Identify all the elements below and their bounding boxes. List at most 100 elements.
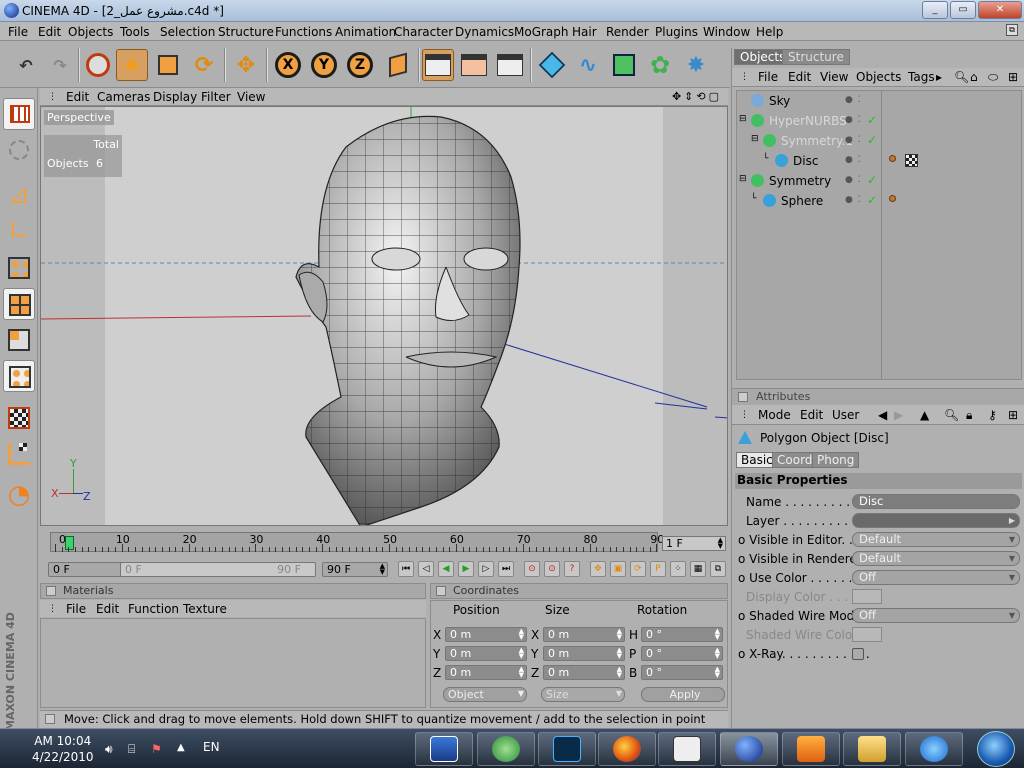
home-icon[interactable]: ⌂ (970, 70, 978, 84)
coord-value-field[interactable]: 0 m ▲ ▼ (543, 646, 625, 661)
render-settings-icon[interactable] (494, 49, 526, 81)
visibility-dots-icon[interactable]: ● ⁚ (845, 155, 862, 165)
objects-menu-file[interactable]: File (758, 70, 778, 84)
uv-polygons-icon[interactable] (3, 360, 35, 392)
attribute-select[interactable]: Default ▼ (852, 532, 1020, 547)
menu-structure[interactable]: Structure (218, 25, 274, 39)
materials-menu-texture[interactable]: Texture (183, 602, 227, 616)
object-tree-row[interactable]: ⊟ Symmetry.1 ● ⁚ ✓ (737, 131, 1021, 151)
attribute-select[interactable]: Off ▼ (852, 570, 1020, 585)
taskbar-media-player[interactable] (782, 732, 840, 766)
phong-tag-icon[interactable] (889, 155, 896, 162)
menu-functions[interactable]: Functions (275, 25, 332, 39)
color-swatch[interactable] (852, 627, 882, 642)
menu-dynamics[interactable]: Dynamics (455, 25, 514, 39)
coord-value-field[interactable]: 0 m ▲ ▼ (543, 627, 625, 642)
action-center-icon[interactable]: ⚑ (151, 742, 165, 756)
tree-expander-icon[interactable]: ⊟ (739, 174, 747, 184)
windows-start-button[interactable] (977, 731, 1015, 767)
y-axis-lock-icon[interactable]: Y (308, 49, 340, 81)
menu-tools[interactable]: Tools (120, 25, 150, 39)
record-scale-icon[interactable]: ▣ (610, 561, 626, 577)
taskbar-firefox[interactable] (598, 732, 656, 766)
timeline-ruler[interactable]: 0 10 20 30 40 50 60 70 80 90 (50, 532, 664, 552)
taskbar-zbrush[interactable] (658, 732, 716, 766)
network-icon[interactable]: ⌸ (128, 742, 142, 756)
move-tool-icon[interactable]: ✥ (116, 49, 148, 81)
menu-character[interactable]: Character (394, 25, 453, 39)
texture-mode-icon[interactable] (3, 402, 35, 434)
keyframe-selection-icon[interactable]: ? (564, 561, 580, 577)
viewport-projection-label[interactable]: Perspective (44, 110, 114, 125)
viewport-menu-cameras[interactable]: Cameras (97, 90, 150, 104)
coordinate-system-icon[interactable] (382, 49, 414, 81)
viewport-menu-edit[interactable]: Edit (66, 90, 89, 104)
render-picture-viewer-icon[interactable] (458, 49, 490, 81)
coord-value-field[interactable]: 0 m ▲ ▼ (543, 665, 625, 680)
menu-render[interactable]: Render (606, 25, 649, 39)
next-key-icon[interactable]: ▷ (478, 561, 494, 577)
coord-apply-button[interactable]: Apply (641, 687, 725, 702)
object-tree-row[interactable]: ⊟ HyperNURBS ● ⁚ ✓ (737, 111, 1021, 131)
menu-window[interactable]: Window (703, 25, 750, 39)
record-pla-icon[interactable]: ⁘ (670, 561, 686, 577)
end-frame-field[interactable]: 90 F ▲ ▼ (322, 562, 388, 577)
maximize-button[interactable]: ▭ (950, 1, 976, 19)
motion-clip-icon[interactable]: ⧉ (710, 561, 726, 577)
back-arrow-icon[interactable]: ◀ (878, 408, 887, 422)
coord-mode-select[interactable]: Object ▼ (443, 687, 527, 702)
recent-tools-icon[interactable]: ✥ (230, 49, 262, 81)
menu-objects[interactable]: Objects (68, 25, 113, 39)
phong-tag-icon[interactable] (889, 195, 896, 202)
object-mode-icon[interactable] (3, 134, 35, 166)
show-hidden-icons-icon[interactable]: ▲ (177, 742, 191, 754)
enabled-check-icon[interactable]: ✓ (867, 133, 877, 147)
viewport-navigation-icons[interactable]: ✥⇕⟲▢ (672, 90, 722, 103)
color-swatch[interactable] (852, 589, 882, 604)
record-key-icon[interactable]: ⊙ (524, 561, 540, 577)
attributes-menu-mode[interactable]: Mode (758, 408, 791, 422)
attribute-text-field[interactable]: Disc (852, 494, 1020, 509)
tab-structure[interactable]: Structure (782, 49, 850, 65)
materials-list[interactable] (40, 618, 426, 708)
workplane-icon[interactable] (3, 438, 35, 470)
link-icon[interactable]: ⬭ (988, 70, 998, 85)
attributes-new-panel-icon[interactable]: ⊞ (1008, 408, 1018, 422)
z-axis-lock-icon[interactable]: Z (344, 49, 376, 81)
materials-menu-edit[interactable]: Edit (96, 602, 119, 616)
menu-edit[interactable]: Edit (38, 25, 61, 39)
coord-size-select[interactable]: Size ▼ (541, 687, 625, 702)
menu-selection[interactable]: Selection (160, 25, 215, 39)
object-axis-icon[interactable]: ∟ (3, 216, 35, 248)
volume-icon[interactable]: 🔊︎ (105, 742, 119, 756)
goto-start-icon[interactable]: ⏮ (398, 561, 414, 577)
objects-menu-edit[interactable]: Edit (788, 70, 811, 84)
live-selection-icon[interactable] (82, 49, 114, 81)
3d-viewport[interactable]: Perspective Total Objects 6 Y X Z (40, 106, 728, 526)
forward-arrow-icon[interactable]: ▶ (894, 408, 903, 422)
menu-plugins[interactable]: Plugins (655, 25, 698, 39)
object-name[interactable]: HyperNURBS (769, 114, 847, 128)
viewport-menu-display[interactable]: Display (153, 90, 197, 104)
object-tree-row[interactable]: └ Sphere ● ⁚ ✓ (737, 191, 1021, 211)
menu-file[interactable]: File (8, 25, 28, 39)
tree-expander-icon[interactable]: └ (763, 154, 768, 164)
spline-pen-icon[interactable]: ∿ (572, 49, 604, 81)
coord-value-field[interactable]: 0 ° ▲ ▼ (641, 665, 723, 680)
scale-tool-icon[interactable] (152, 49, 184, 81)
goto-end-icon[interactable]: ⏭ (498, 561, 514, 577)
points-mode-icon[interactable] (3, 252, 35, 284)
menu-help[interactable]: Help (756, 25, 783, 39)
deformer-icon[interactable]: ✸ (680, 49, 712, 81)
visibility-dots-icon[interactable]: ● ⁚ (845, 95, 862, 105)
object-name[interactable]: Sphere (781, 194, 823, 208)
array-icon[interactable]: ✿ (644, 49, 676, 81)
taskbar-internet-explorer[interactable] (905, 732, 963, 766)
objects-tree[interactable]: Sky ● ⁚ ⊟ HyperNURBS ● ⁚ ✓ ⊟ Symmetry.1 ● ⁚ ✓ └ Dis… (736, 90, 1022, 380)
attribute-select[interactable]: Off ▼ (852, 608, 1020, 623)
attribute-select[interactable]: Default ▼ (852, 551, 1020, 566)
model-mode-icon[interactable] (3, 98, 35, 130)
object-name[interactable]: Sky (769, 94, 790, 108)
object-name[interactable]: Disc (793, 154, 818, 168)
language-indicator[interactable]: EN (203, 740, 220, 754)
